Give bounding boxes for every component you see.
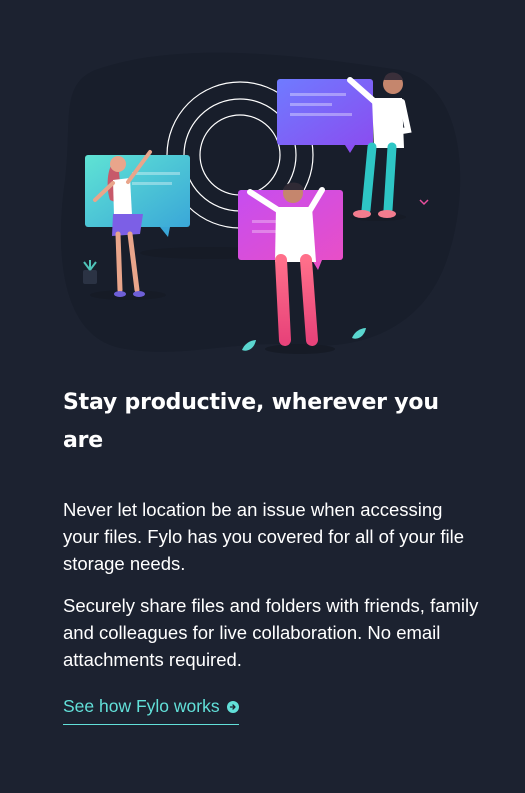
productivity-illustration (60, 52, 461, 354)
productive-section: Stay productive, wherever you are Never … (63, 384, 483, 725)
plant-pot (83, 260, 97, 284)
see-how-fylo-works-link[interactable]: See how Fylo works (63, 696, 239, 725)
section-title: Stay productive, wherever you are (63, 390, 439, 453)
cta-label: See how Fylo works (63, 696, 220, 716)
section-paragraph: Never let location be an issue when acce… (63, 499, 465, 574)
section-paragraph: Securely share files and folders with fr… (63, 595, 479, 670)
arrow-right-circle-icon (226, 700, 239, 713)
